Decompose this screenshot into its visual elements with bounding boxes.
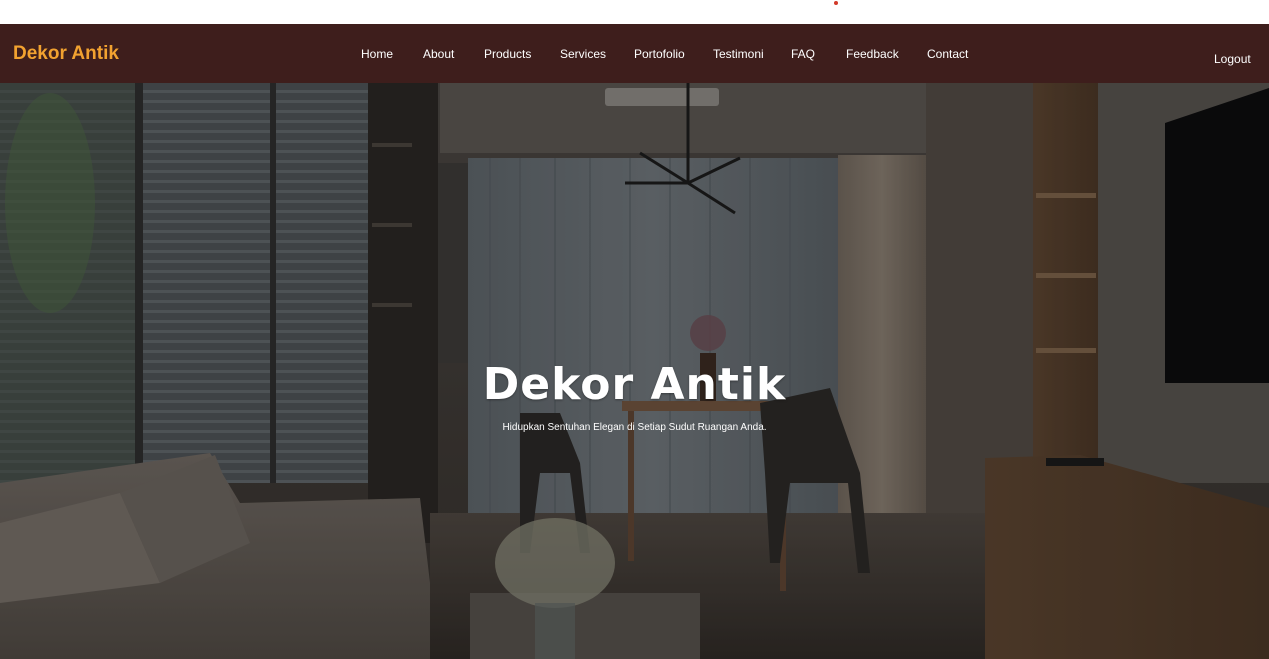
nav-link-testimoni[interactable]: Testimoni	[713, 47, 764, 61]
nav-link-contact[interactable]: Contact	[927, 47, 968, 61]
nav-link-faq[interactable]: FAQ	[791, 47, 815, 61]
nav-link-home[interactable]: Home	[361, 47, 393, 61]
nav-link-products[interactable]: Products	[484, 47, 531, 61]
hero-title: Dekor Antik	[482, 359, 787, 410]
nav-link-feedback[interactable]: Feedback	[846, 47, 899, 61]
nav-link-about[interactable]: About	[423, 47, 454, 61]
nav-links: Home About Products Services Portofolio …	[0, 47, 1269, 63]
nav-link-services[interactable]: Services	[560, 47, 606, 61]
top-strip	[0, 0, 1269, 24]
hero-section: Dekor Antik Hidupkan Sentuhan Elegan di …	[0, 83, 1269, 659]
navbar: Dekor Antik Home About Products Services…	[0, 24, 1269, 83]
logout-link[interactable]: Logout	[1214, 52, 1251, 66]
red-dot-marker	[834, 1, 838, 5]
nav-link-portofolio[interactable]: Portofolio	[634, 47, 685, 61]
hero-subtitle: Hidupkan Sentuhan Elegan di Setiap Sudut…	[502, 422, 767, 433]
